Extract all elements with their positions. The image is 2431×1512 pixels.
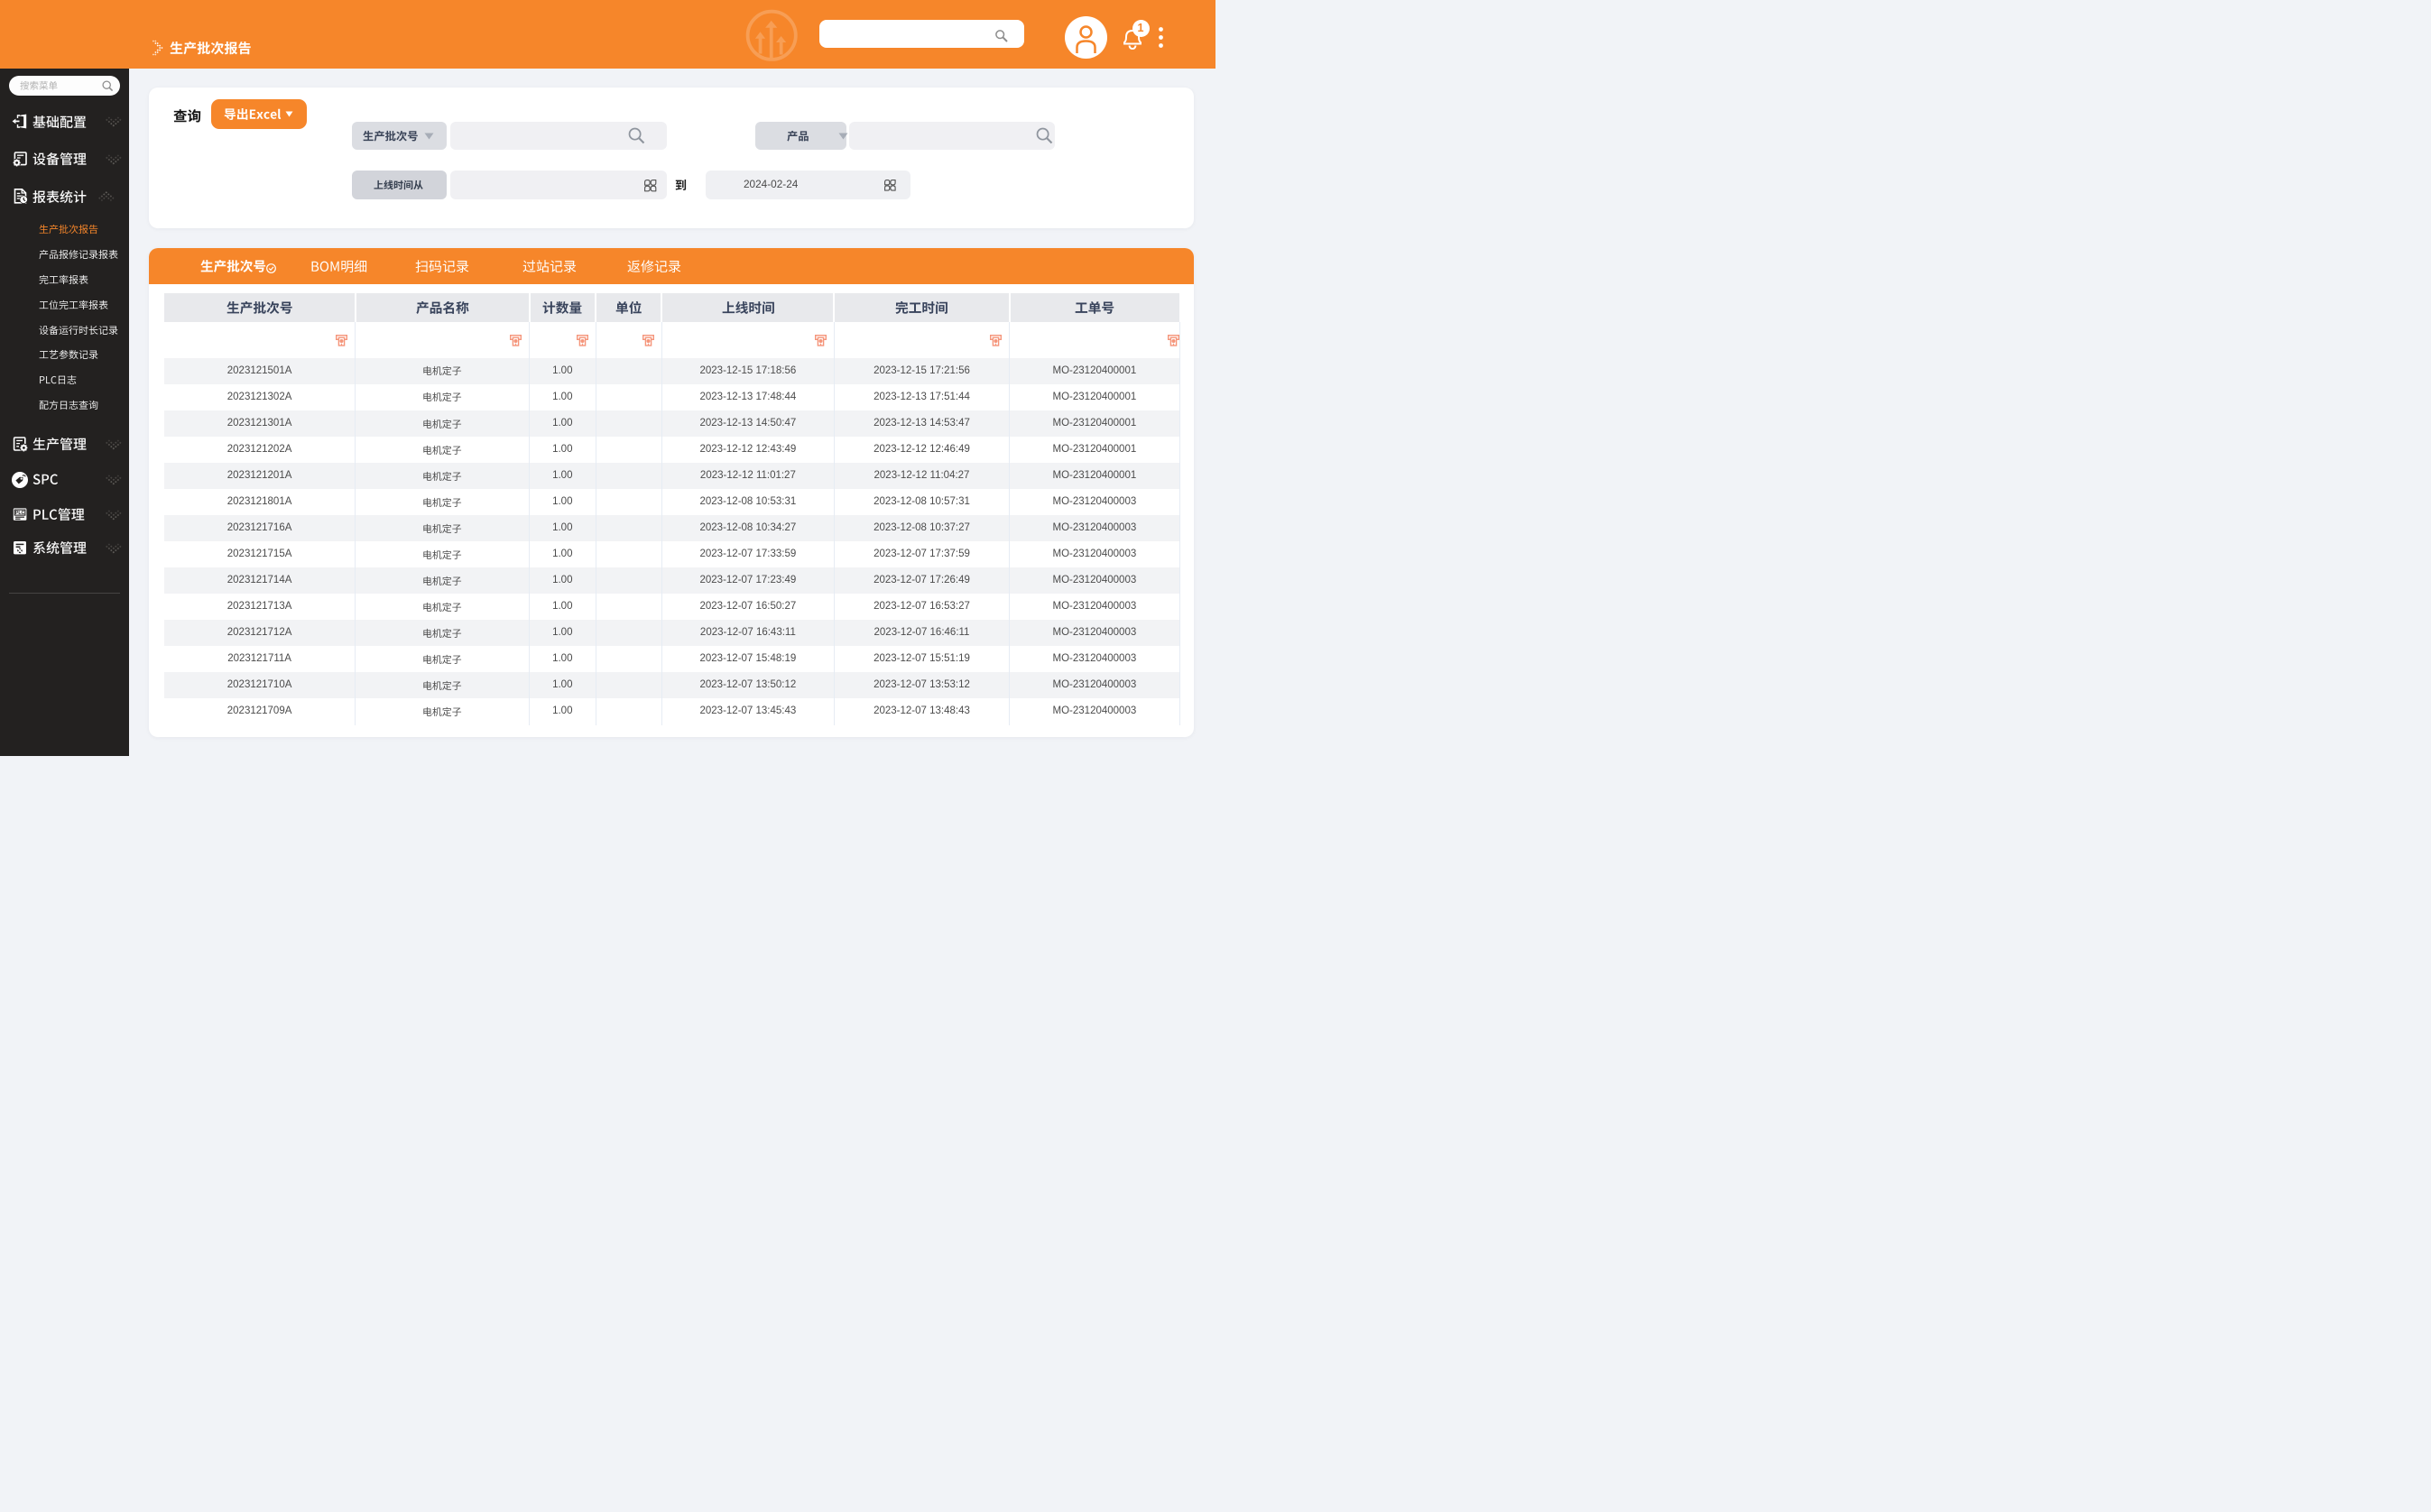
svg-text:PLC: PLC <box>15 511 25 516</box>
